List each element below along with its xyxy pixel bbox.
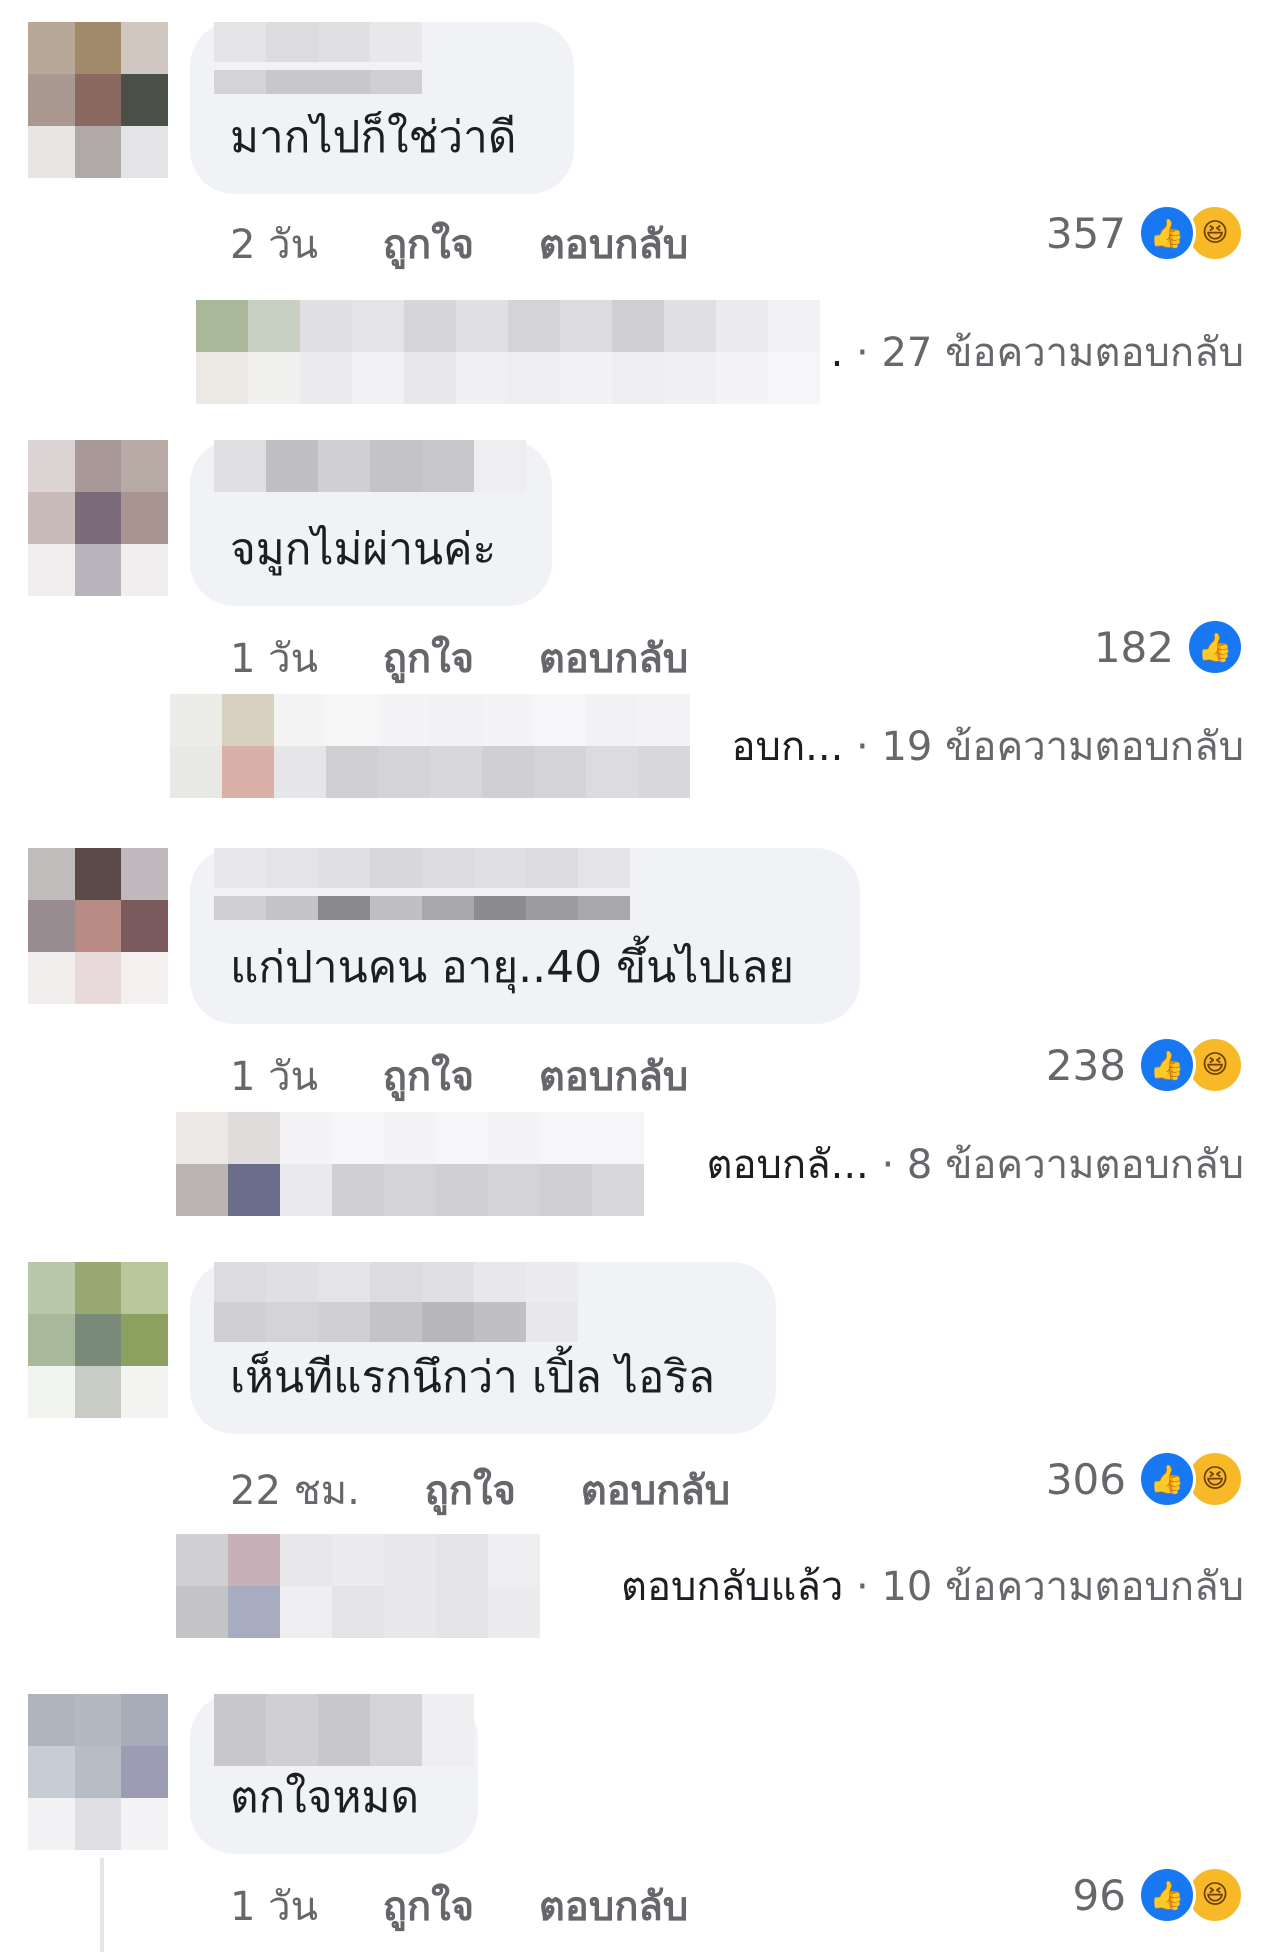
avatar[interactable]: [28, 22, 168, 178]
comment-time[interactable]: 1 วัน: [230, 1044, 318, 1108]
comment-meta: 2 วัน ถูกใจ ตอบกลับ: [230, 212, 740, 276]
view-replies-row[interactable]: . · 27 ข้อความตอบกลับ: [0, 300, 1280, 404]
reaction-summary[interactable]: 96 👍 😆: [1073, 1866, 1244, 1924]
reply-author-blurred: [196, 300, 820, 404]
reply-preview: ตอบกลับแล้ว: [621, 1564, 844, 1610]
comment-time[interactable]: 1 วัน: [230, 626, 318, 690]
comment-bubble: ตกใจหมด: [190, 1694, 478, 1854]
comment-bubble: จมูกไม่ผ่านค่ะ: [190, 440, 552, 606]
reaction-summary[interactable]: 306 👍 😆: [1046, 1450, 1244, 1508]
author-name-blurred[interactable]: [214, 22, 434, 102]
reaction-count: 96: [1072, 1870, 1126, 1920]
avatar[interactable]: [28, 440, 168, 596]
reaction-count: 238: [1045, 1040, 1126, 1090]
reply-preview: ตอบกลั...: [706, 1142, 869, 1188]
thumbs-up-icon: 👍: [1138, 1450, 1196, 1508]
view-replies-row[interactable]: ตอบกลับแล้ว · 10 ข้อความตอบกลับ: [0, 1534, 1280, 1638]
avatar[interactable]: [28, 1694, 168, 1850]
comment-text: เห็นทีแรกนึกว่า เปิ้ล ไอริล: [230, 1352, 715, 1403]
reply-author-blurred: [176, 1112, 664, 1216]
thumbs-up-icon: 👍: [1138, 1866, 1196, 1924]
thumbs-up-icon: 👍: [1186, 618, 1244, 676]
reply-button[interactable]: ตอบกลับ: [539, 626, 689, 690]
reply-count: · 10 ข้อความตอบกลับ: [856, 1564, 1244, 1610]
reply-button[interactable]: ตอบกลับ: [539, 1044, 689, 1108]
author-name-blurred[interactable]: [214, 848, 634, 928]
avatar[interactable]: [28, 1262, 168, 1418]
like-button[interactable]: ถูกใจ: [383, 1044, 474, 1108]
reply-preview: .: [830, 330, 844, 376]
comment-meta: 1 วัน ถูกใจ ตอบกลับ: [230, 1044, 740, 1108]
reply-thread-line: [100, 1858, 104, 1952]
comment-time[interactable]: 1 วัน: [230, 1874, 318, 1938]
reply-count: · 19 ข้อความตอบกลับ: [856, 724, 1244, 770]
like-button[interactable]: ถูกใจ: [383, 212, 474, 276]
comment-bubble: แก่ปานคน อายุ..40 ขึ้นไปเลย: [190, 848, 860, 1024]
comment-time[interactable]: 22 ชม.: [230, 1458, 360, 1522]
reply-button[interactable]: ตอบกลับ: [581, 1458, 731, 1522]
reply-author-blurred: [170, 694, 710, 798]
reaction-summary[interactable]: 357 👍 😆: [1046, 204, 1244, 262]
reaction-count: 357: [1045, 208, 1126, 258]
comment-bubble: มากไปก็ใช่ว่าดี: [190, 22, 574, 194]
reply-summary[interactable]: ตอบกลั... · 8 ข้อความตอบกลับ: [706, 1132, 1244, 1196]
reply-count: · 27 ข้อความตอบกลับ: [856, 330, 1244, 376]
reaction-summary[interactable]: 238 👍 😆: [1046, 1036, 1244, 1094]
like-button[interactable]: ถูกใจ: [383, 1874, 474, 1938]
comment-text: มากไปก็ใช่ว่าดี: [230, 112, 517, 163]
thumbs-up-icon: 👍: [1138, 204, 1196, 262]
reply-author-blurred: [176, 1534, 540, 1638]
comment-meta: 1 วัน ถูกใจ ตอบกลับ: [230, 1874, 740, 1938]
comment-text: จมูกไม่ผ่านค่ะ: [230, 524, 497, 575]
like-button[interactable]: ถูกใจ: [383, 626, 474, 690]
comment-meta: 1 วัน ถูกใจ ตอบกลับ: [230, 626, 740, 690]
view-replies-row[interactable]: ตอบกลั... · 8 ข้อความตอบกลับ: [0, 1112, 1280, 1216]
view-replies-row[interactable]: อบก... · 19 ข้อความตอบกลับ: [0, 694, 1280, 798]
reply-button[interactable]: ตอบกลับ: [539, 1874, 689, 1938]
avatar[interactable]: [28, 848, 168, 1004]
reply-button[interactable]: ตอบกลับ: [539, 212, 689, 276]
reaction-summary[interactable]: 182 👍: [1094, 618, 1244, 676]
author-name-blurred[interactable]: [214, 1262, 578, 1342]
reply-summary[interactable]: . · 27 ข้อความตอบกลับ: [831, 320, 1244, 384]
comment-meta: 22 ชม. ถูกใจ ตอบกลับ: [230, 1458, 782, 1522]
reply-preview: อบก...: [731, 724, 844, 770]
thumbs-up-icon: 👍: [1138, 1036, 1196, 1094]
comment-bubble: เห็นทีแรกนึกว่า เปิ้ล ไอริล: [190, 1262, 776, 1434]
reply-summary[interactable]: ตอบกลับแล้ว · 10 ข้อความตอบกลับ: [621, 1554, 1244, 1618]
comment-text: ตกใจหมด: [230, 1772, 420, 1823]
reply-count: · 8 ข้อความตอบกลับ: [881, 1142, 1244, 1188]
reaction-count: 182: [1093, 622, 1174, 672]
reply-summary[interactable]: อบก... · 19 ข้อความตอบกลับ: [732, 714, 1244, 778]
author-name-blurred[interactable]: [214, 440, 530, 520]
comment-time[interactable]: 2 วัน: [230, 212, 318, 276]
comment-text: แก่ปานคน อายุ..40 ขึ้นไปเลย: [230, 942, 795, 993]
like-button[interactable]: ถูกใจ: [425, 1458, 516, 1522]
reaction-count: 306: [1045, 1454, 1126, 1504]
